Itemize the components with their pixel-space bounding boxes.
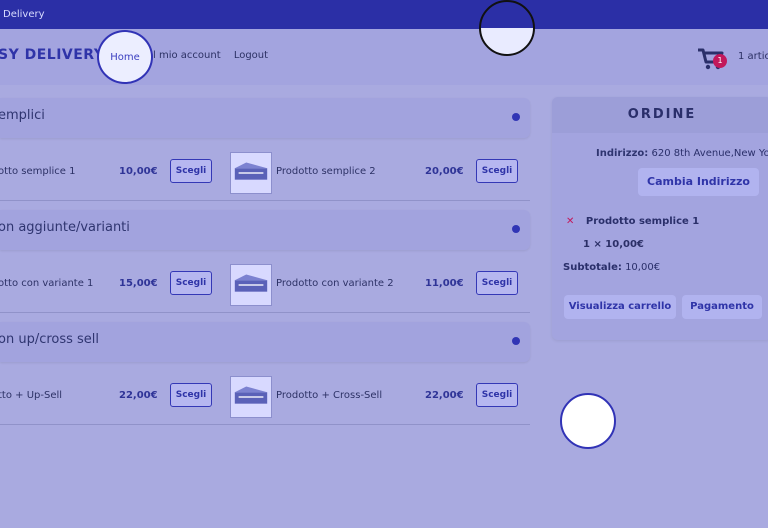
top-bar: Delivery: [0, 0, 768, 29]
product-price: 15,00€: [119, 278, 158, 289]
cart-count-badge: 1: [713, 54, 727, 68]
product-image-icon: [234, 274, 268, 292]
product-name: Prodotto con variante 2: [276, 278, 394, 289]
product-name: Prodotto + Cross-Sell: [276, 390, 383, 401]
choose-button[interactable]: Scegli: [170, 159, 212, 183]
checkout-button[interactable]: Pagamento: [682, 295, 762, 319]
collapse-icon[interactable]: [512, 337, 520, 345]
category-header[interactable]: emplici: [0, 98, 530, 138]
order-item-qty: 1 × 10,00€: [583, 239, 644, 250]
product-name: otto semplice 1: [0, 166, 76, 177]
product-price: 22,00€: [119, 390, 158, 401]
product-thumbnail: [230, 152, 272, 194]
product-price: 20,00€: [425, 166, 464, 177]
category-header[interactable]: on up/cross sell: [0, 322, 530, 362]
choose-button[interactable]: Scegli: [170, 383, 212, 407]
order-title: ORDINE: [552, 97, 768, 133]
subtotal: Subtotale: 10,00€: [563, 262, 660, 273]
subtotal-value: 10,00€: [625, 262, 661, 273]
collapse-icon[interactable]: [512, 113, 520, 121]
address-label: Indirizzo:: [596, 148, 649, 159]
choose-button[interactable]: Scegli: [476, 383, 518, 407]
product-price: 11,00€: [425, 278, 464, 289]
delivery-address: Indirizzo: 620 8th Avenue,New Yor: [596, 148, 768, 159]
product-image-icon: [234, 386, 268, 404]
product-price: 10,00€: [119, 166, 158, 177]
view-cart-button[interactable]: Visualizza carrello: [564, 295, 676, 319]
nav-logout-link[interactable]: Logout: [234, 50, 268, 61]
order-panel: ORDINE Indirizzo: 620 8th Avenue,New Yor…: [552, 97, 768, 340]
cart-summary-text[interactable]: 1 artic: [738, 51, 768, 62]
product-row: tto + Up-Sell 22,00€ Scegli Prodotto + C…: [0, 371, 530, 425]
nav-home-label: Home: [110, 51, 140, 63]
cursor-marker: [560, 393, 616, 449]
category-title: emplici: [0, 108, 45, 123]
product-row: otto con variante 1 15,00€ Scegli Prodot…: [0, 259, 530, 313]
product-name: Prodotto semplice 2: [276, 166, 376, 177]
remove-item-icon[interactable]: ✕: [566, 216, 574, 227]
brand-logo[interactable]: SY DELIVERY: [0, 47, 104, 63]
product-name: otto con variante 1: [0, 278, 94, 289]
product-image-icon: [234, 162, 268, 180]
choose-button[interactable]: Scegli: [170, 271, 212, 295]
category-header[interactable]: on aggiunte/varianti: [0, 210, 530, 250]
nav-home-link[interactable]: Home: [97, 30, 153, 84]
product-thumbnail: [230, 376, 272, 418]
address-value: 620 8th Avenue,New Yor: [651, 148, 768, 159]
category-title: on aggiunte/varianti: [0, 220, 130, 235]
top-bar-title: Delivery: [3, 9, 45, 20]
order-item: ✕ Prodotto semplice 1: [566, 216, 699, 227]
product-price: 22,00€: [425, 390, 464, 401]
product-row: otto semplice 1 10,00€ Scegli Prodotto s…: [0, 147, 530, 201]
change-address-button[interactable]: Cambia Indirizzo: [638, 168, 759, 196]
product-thumbnail: [230, 264, 272, 306]
nav-menu: l mio account Logout: [153, 50, 278, 61]
product-name: tto + Up-Sell: [0, 390, 63, 401]
choose-button[interactable]: Scegli: [476, 271, 518, 295]
cursor-marker: [479, 0, 535, 56]
category-title: on up/cross sell: [0, 332, 100, 347]
nav-account-link[interactable]: l mio account: [153, 50, 221, 61]
choose-button[interactable]: Scegli: [476, 159, 518, 183]
collapse-icon[interactable]: [512, 225, 520, 233]
order-item-name: Prodotto semplice 1: [585, 216, 700, 227]
subtotal-label: Subtotale:: [563, 262, 622, 273]
